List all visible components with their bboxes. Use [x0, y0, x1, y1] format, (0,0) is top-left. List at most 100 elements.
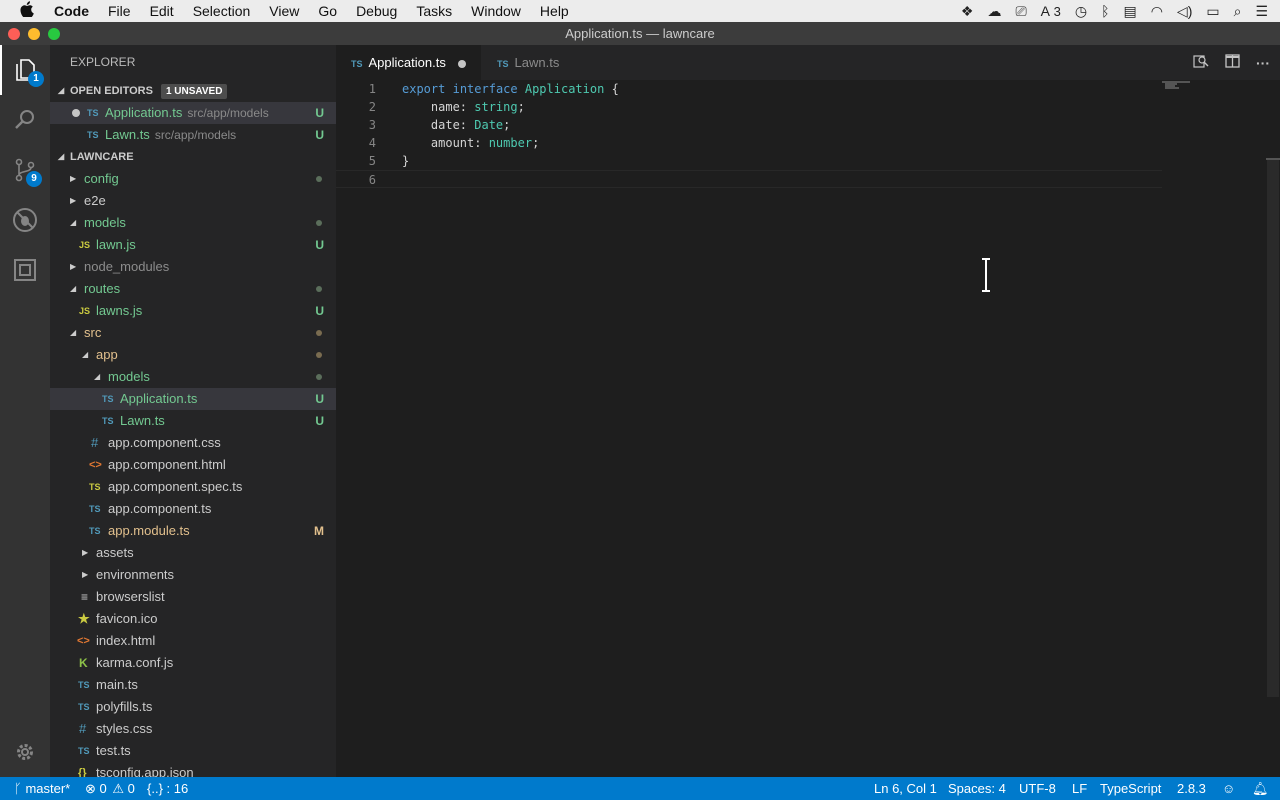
debug-icon[interactable] [0, 195, 50, 245]
bluetooth-icon[interactable]: ᛒ [1101, 3, 1109, 19]
camera-icon[interactable]: ⎚ [1015, 3, 1026, 20]
folder-src[interactable]: ◢ src [50, 322, 336, 344]
eol-status[interactable]: LF [1072, 777, 1087, 800]
warning-icon: ⚠ [112, 781, 125, 796]
explorer-icon[interactable]: 1 [0, 45, 50, 95]
dropbox-icon[interactable]: ❖ [961, 3, 974, 20]
folder-e2e[interactable]: ▶ e2e [50, 190, 336, 212]
file-index-html[interactable]: <> index.html [50, 630, 336, 652]
language-mode[interactable]: TypeScript [1100, 777, 1161, 800]
open-changes-icon[interactable] [1193, 53, 1209, 72]
volume-icon[interactable]: ◁) [1177, 3, 1192, 20]
file-tsconfig-app-json[interactable]: {} tsconfig.app.json [50, 762, 336, 777]
file-favicon[interactable]: ★ favicon.ico [50, 608, 336, 630]
source-control-icon[interactable]: 9 [0, 145, 50, 195]
keyboard-icon[interactable]: ▤ [1123, 3, 1136, 20]
file-app-component-html[interactable]: <> app.component.html [50, 454, 336, 476]
tree-item-label: lawns.js [96, 303, 143, 318]
file-styles-css[interactable]: # styles.css [50, 718, 336, 740]
git-status-badge: U [315, 238, 324, 252]
minimize-window-button[interactable] [28, 28, 40, 40]
notification-center-icon[interactable]: ☰ [1255, 3, 1268, 20]
file-lawn-js[interactable]: JS lawn.js U [50, 234, 336, 256]
folder-node-modules[interactable]: ▶ node_modules [50, 256, 336, 278]
code-line[interactable]: 5 } [336, 152, 1162, 170]
folder-assets[interactable]: ▶ assets [50, 542, 336, 564]
indentation-status[interactable]: Spaces: 4 [948, 777, 1006, 800]
problems-status[interactable]: ⊗ 0 ⚠ 0 [85, 777, 135, 800]
feedback-smiley-icon[interactable]: ☺ [1222, 777, 1235, 800]
notifications-bell-icon[interactable]: 🔔︎ [1252, 777, 1269, 800]
code-line[interactable]: 3 date: Date; [336, 116, 1162, 134]
ts-version[interactable]: 2.8.3 [1177, 777, 1206, 800]
typescript-file-icon: TS [351, 59, 363, 69]
code-line[interactable]: 2 name: string; [336, 98, 1162, 116]
menu-tasks[interactable]: Tasks [416, 3, 452, 19]
file-app-component-ts[interactable]: TS app.component.ts [50, 498, 336, 520]
battery-icon[interactable]: ▭ [1206, 3, 1219, 20]
menu-selection[interactable]: Selection [193, 3, 251, 19]
menu-app-name[interactable]: Code [54, 3, 89, 19]
folder-config[interactable]: ▶ config [50, 168, 336, 190]
apple-menu-icon[interactable] [20, 1, 38, 21]
tab-application-ts[interactable]: TS Application.ts [336, 45, 481, 80]
file-main-ts[interactable]: TS main.ts [50, 674, 336, 696]
file-karma-conf[interactable]: K karma.conf.js [50, 652, 336, 674]
time-machine-icon[interactable]: ◷ [1075, 3, 1087, 20]
unsaved-dot-icon[interactable] [457, 59, 466, 68]
spotlight-icon[interactable]: ⌕ [1234, 3, 1242, 20]
file-app-component-spec-ts[interactable]: TS app.component.spec.ts [50, 476, 336, 498]
code-line[interactable]: 1 export interface Application { [336, 80, 1162, 98]
menu-view[interactable]: View [269, 3, 299, 19]
split-editor-icon[interactable] [1225, 54, 1240, 71]
unsaved-dot-icon[interactable] [72, 109, 80, 117]
encoding-status[interactable]: UTF-8 [1019, 777, 1056, 800]
symbols-status[interactable]: {..} : 16 [147, 777, 188, 800]
more-actions-icon[interactable]: ··· [1256, 55, 1270, 71]
gear-icon[interactable] [0, 727, 50, 777]
file-browserslist[interactable]: ≡ browserslist [50, 586, 336, 608]
file-polyfills-ts[interactable]: TS polyfills.ts [50, 696, 336, 718]
open-editors-header[interactable]: ◢ OPEN EDITORS 1 UNSAVED [50, 80, 336, 102]
status-bar: ᚴ master* ⊗ 0 ⚠ 0 {..} : 16 Ln 6, Col 1 … [0, 777, 1280, 800]
search-icon[interactable] [0, 95, 50, 145]
code-line-current[interactable]: 6 [336, 170, 1162, 188]
cloud-icon[interactable]: ☁ [987, 3, 1001, 20]
folder-app[interactable]: ◢ app [50, 344, 336, 366]
editor-tab-bar: TS Application.ts TS Lawn.ts ··· [336, 45, 1280, 80]
extensions-icon[interactable] [0, 245, 50, 295]
git-branch-status[interactable]: ᚴ master* [14, 777, 70, 800]
project-header[interactable]: ◢ LAWNCARE [50, 146, 336, 168]
open-editor-item[interactable]: TS Lawn.ts src/app/models U [50, 124, 336, 146]
code-editor[interactable]: 1 export interface Application { 2 name:… [336, 80, 1280, 777]
menu-file[interactable]: File [108, 3, 131, 19]
menu-help[interactable]: Help [540, 3, 569, 19]
file-app-module-ts[interactable]: TS app.module.ts M [50, 520, 336, 542]
file-lawns-js[interactable]: JS lawns.js U [50, 300, 336, 322]
close-window-button[interactable] [8, 28, 20, 40]
code-line[interactable]: 4 amount: number; [336, 134, 1162, 152]
minimap[interactable] [1162, 80, 1262, 94]
tree-item-label: app.component.html [108, 457, 226, 472]
file-test-ts[interactable]: TS test.ts [50, 740, 336, 762]
cursor-position[interactable]: Ln 6, Col 1 [874, 777, 937, 800]
file-application-ts[interactable]: TS Application.ts U [50, 388, 336, 410]
adobe-status[interactable]: A 3 [1041, 3, 1061, 19]
tab-lawn-ts[interactable]: TS Lawn.ts [481, 45, 596, 80]
file-lawn-ts[interactable]: TS Lawn.ts U [50, 410, 336, 432]
vertical-scrollbar[interactable] [1266, 80, 1280, 777]
menu-go[interactable]: Go [318, 3, 337, 19]
menu-edit[interactable]: Edit [150, 3, 174, 19]
menu-window[interactable]: Window [471, 3, 521, 19]
zoom-window-button[interactable] [48, 28, 60, 40]
folder-routes[interactable]: ◢ routes [50, 278, 336, 300]
scrollbar-thumb[interactable] [1267, 160, 1279, 697]
explorer-sidebar: EXPLORER ◢ OPEN EDITORS 1 UNSAVED TS App… [50, 45, 336, 777]
folder-models[interactable]: ◢ models [50, 212, 336, 234]
folder-environments[interactable]: ▶ environments [50, 564, 336, 586]
menu-debug[interactable]: Debug [356, 3, 397, 19]
folder-app-models[interactable]: ◢ models [50, 366, 336, 388]
open-editor-item[interactable]: TS Application.ts src/app/models U [50, 102, 336, 124]
wifi-icon[interactable]: ◠ [1151, 3, 1163, 20]
file-app-component-css[interactable]: # app.component.css [50, 432, 336, 454]
